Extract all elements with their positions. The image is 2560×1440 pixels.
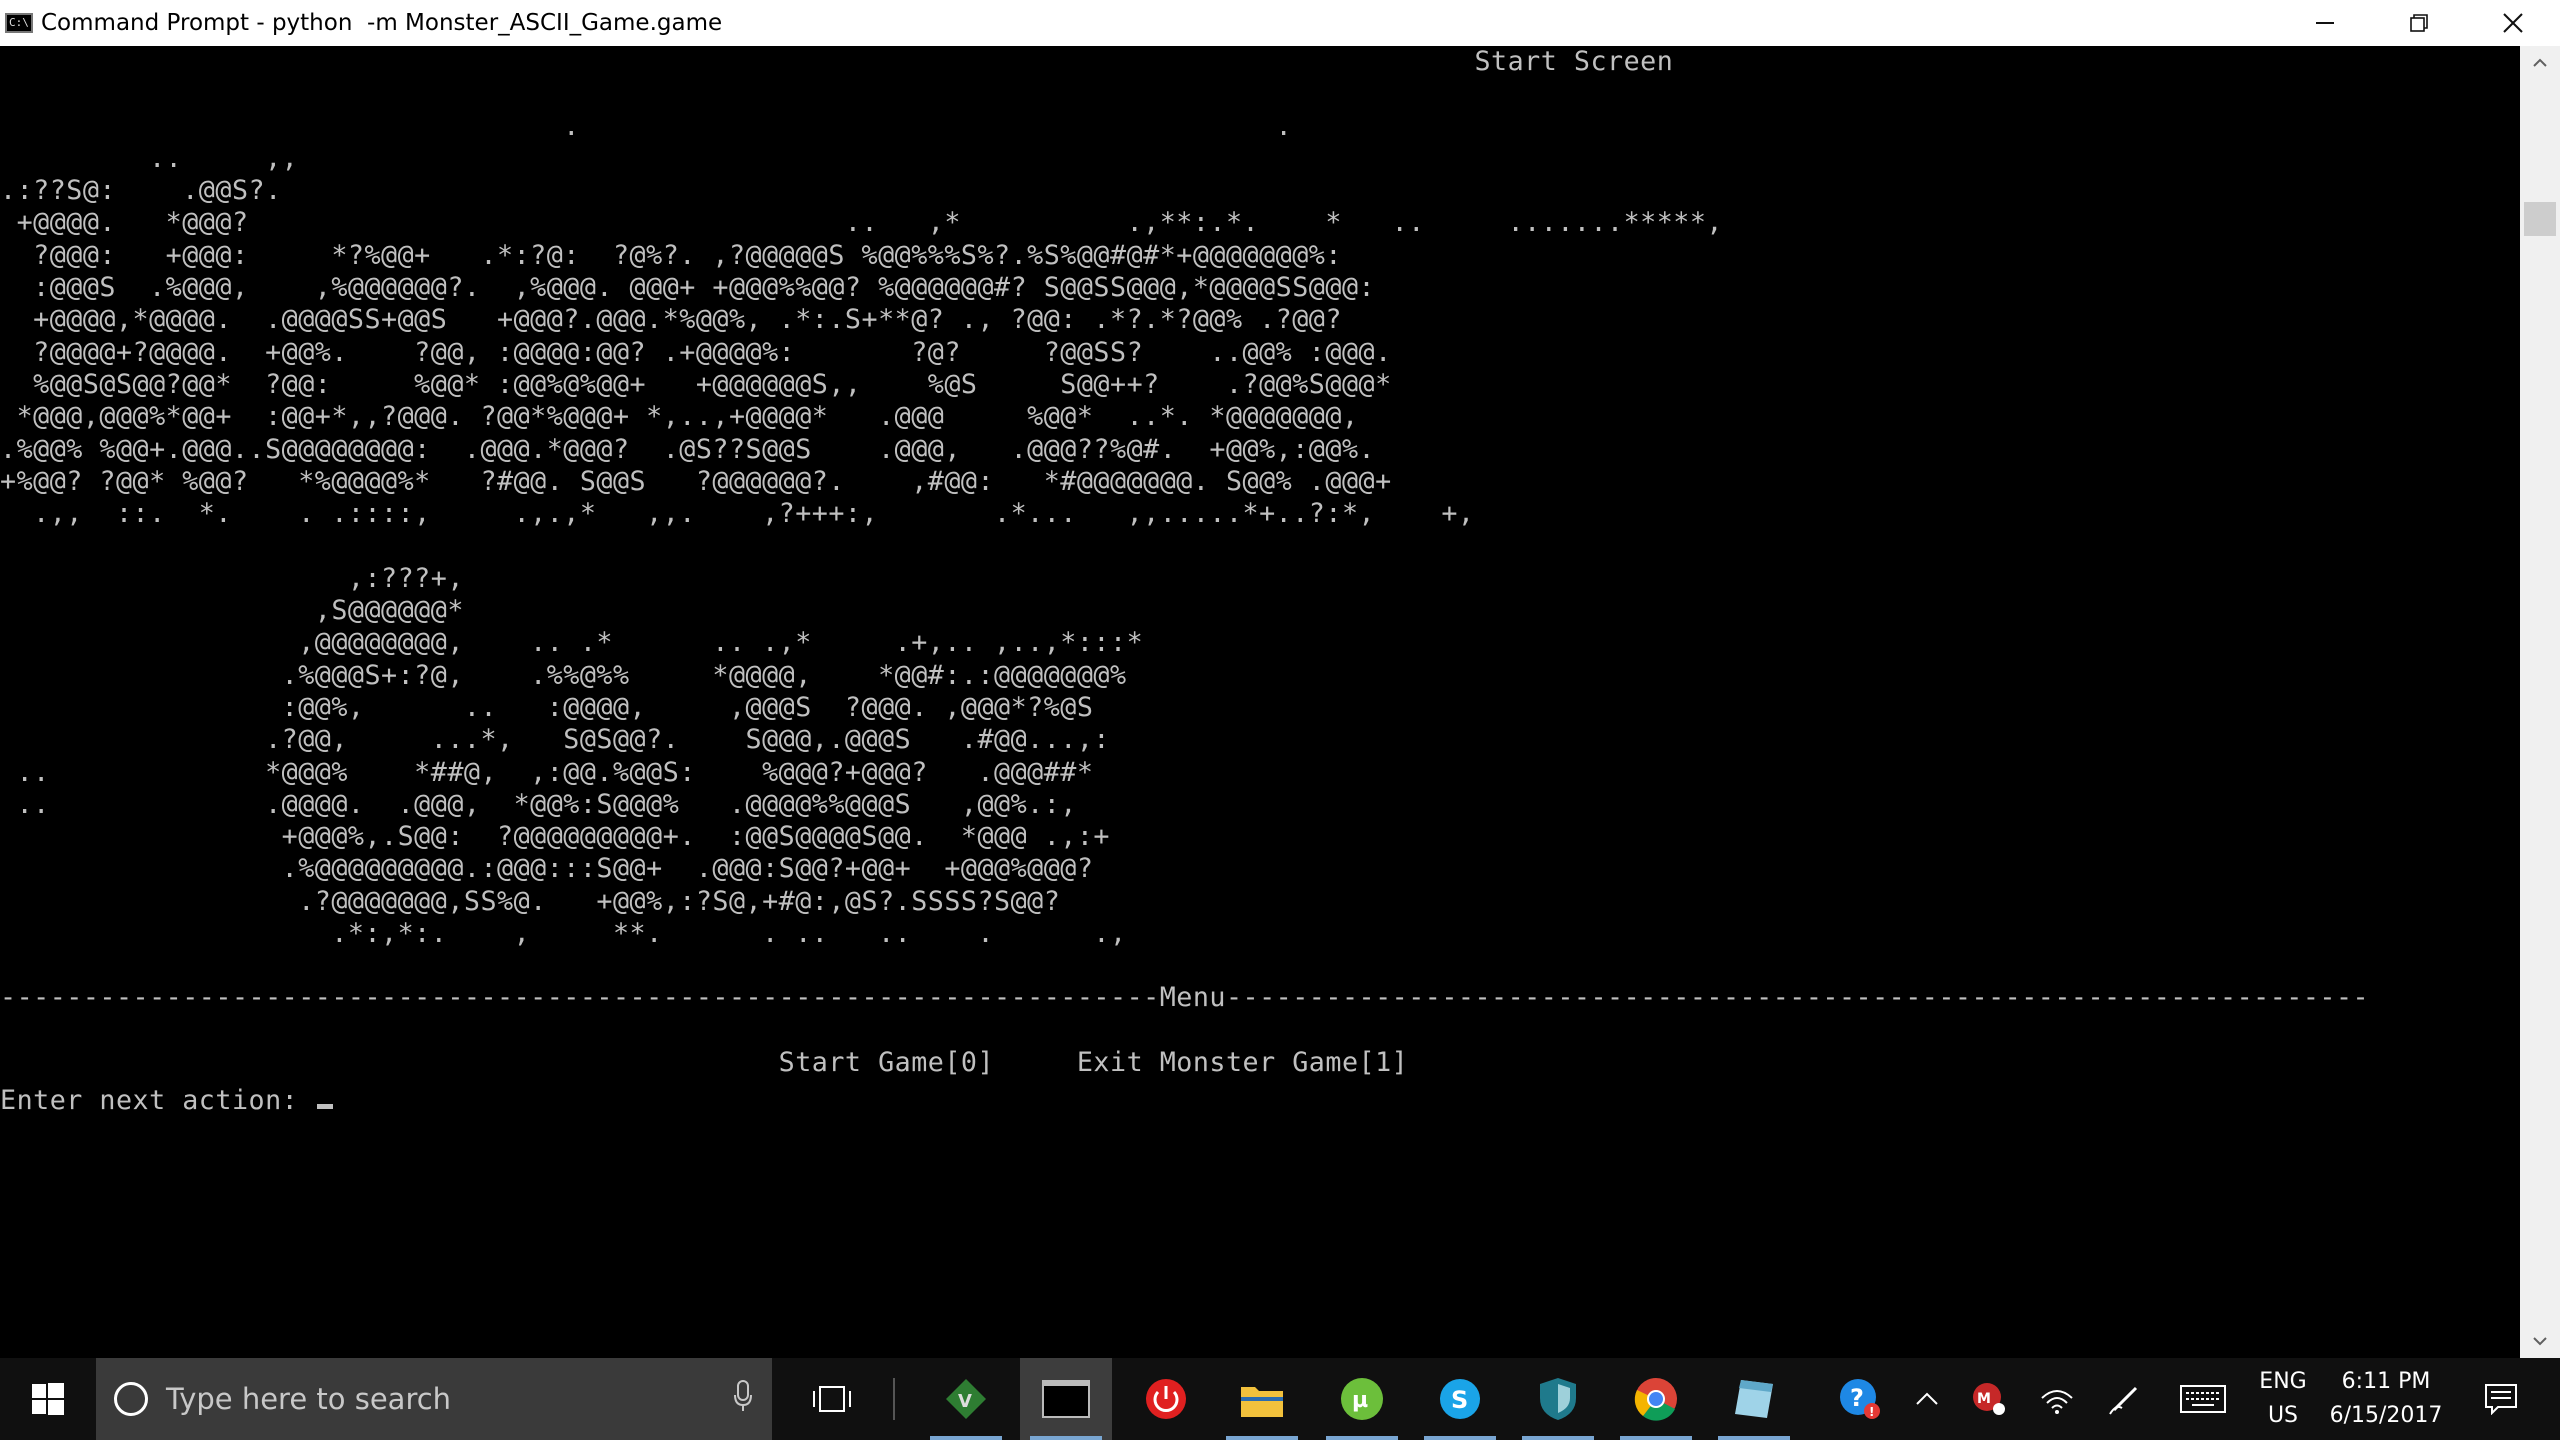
vim-icon: V <box>946 1379 986 1419</box>
skype-icon: S <box>1440 1379 1480 1419</box>
language-code: ENG <box>2259 1369 2307 1394</box>
minimize-icon <box>2316 22 2334 24</box>
svg-text:µ: µ <box>1352 1388 1368 1413</box>
app-active-indicator <box>1030 1436 1102 1440</box>
input-prompt: Enter next action: <box>0 1084 315 1116</box>
search-placeholder: Type here to search <box>166 1382 452 1416</box>
screen-title: Start Screen <box>0 46 1674 77</box>
language-indicator[interactable]: ENG US <box>2248 1358 2318 1440</box>
help-tray-button[interactable]: ? ! <box>1830 1358 1890 1440</box>
restore-button[interactable] <box>2372 0 2466 46</box>
task-view-icon <box>813 1386 851 1412</box>
task-view-button[interactable] <box>790 1358 874 1440</box>
taskbar-app-chrome[interactable] <box>1610 1358 1702 1440</box>
command-prompt-app-icon[interactable]: C:\ <box>5 13 33 33</box>
taskbar-app-power[interactable] <box>1120 1358 1212 1440</box>
keyboard-icon <box>2180 1385 2226 1413</box>
wifi-tray-button[interactable] <box>2030 1358 2084 1440</box>
cortana-icon <box>114 1382 148 1416</box>
wifi-icon <box>2041 1390 2073 1414</box>
app-active-indicator <box>1718 1436 1790 1440</box>
clock-date: 6/15/2017 <box>2329 1403 2443 1428</box>
taskbar-search-box[interactable]: Type here to search <box>96 1358 772 1440</box>
show-hidden-icons-button[interactable] <box>1902 1358 1952 1440</box>
windows-logo-icon <box>32 1383 64 1415</box>
action-center-button[interactable] <box>2466 1358 2536 1440</box>
restore-icon <box>2410 14 2428 32</box>
pen-tray-button[interactable] <box>2098 1358 2152 1440</box>
help-icon: ? ! <box>1840 1379 1880 1419</box>
utorrent-icon: µ <box>1341 1378 1383 1420</box>
app-active-indicator <box>1424 1436 1496 1440</box>
mcafee-tray-button[interactable]: M <box>1962 1358 2016 1440</box>
app-active-indicator <box>1522 1436 1594 1440</box>
chevron-up-icon <box>1916 1392 1938 1405</box>
taskbar-app-skype[interactable]: S <box>1414 1358 1506 1440</box>
svg-text:!: ! <box>1869 1405 1874 1419</box>
svg-text:V: V <box>958 1391 972 1412</box>
close-icon <box>2503 13 2523 33</box>
folder-icon <box>1241 1387 1283 1417</box>
text-cursor <box>316 1103 333 1109</box>
scroll-thumb[interactable] <box>2524 202 2556 236</box>
power-icon <box>1146 1379 1186 1419</box>
minimize-button[interactable] <box>2278 0 2372 46</box>
window-controls <box>2278 0 2560 46</box>
scroll-down-button[interactable] <box>2520 1324 2560 1358</box>
taskbar-app-notepad[interactable] <box>1708 1358 1800 1440</box>
taskbar-app-windows-defender[interactable] <box>1512 1358 1604 1440</box>
scroll-up-button[interactable] <box>2520 46 2560 80</box>
shield-icon <box>1540 1378 1576 1420</box>
taskbar-app-command-prompt[interactable] <box>1020 1358 1112 1440</box>
app-active-indicator <box>1326 1436 1398 1440</box>
taskbar-app-vim[interactable]: V <box>920 1358 1012 1440</box>
svg-text:S: S <box>1451 1386 1468 1414</box>
window-title-bar[interactable]: C:\ Command Prompt - python -m Monster_A… <box>0 0 2560 46</box>
taskbar-app-utorrent[interactable]: µ <box>1316 1358 1408 1440</box>
close-button[interactable] <box>2466 0 2560 46</box>
window-title: Command Prompt - python -m Monster_ASCII… <box>41 10 723 36</box>
command-prompt-icon <box>1042 1380 1090 1418</box>
mcafee-icon: M <box>1973 1383 2005 1415</box>
scroll-up-icon <box>2533 58 2547 67</box>
microphone-icon[interactable] <box>734 1380 752 1412</box>
app-active-indicator <box>1620 1436 1692 1440</box>
svg-text:M: M <box>1977 1391 1991 1407</box>
scroll-down-icon <box>2533 1337 2547 1346</box>
clock[interactable]: 6:11 PM 6/15/2017 <box>2326 1358 2446 1440</box>
console-scrollbar[interactable] <box>2520 46 2560 1358</box>
notifications-icon <box>2485 1384 2517 1415</box>
clock-time: 6:11 PM <box>2341 1369 2431 1394</box>
app-active-indicator <box>1226 1436 1298 1440</box>
pen-icon <box>2109 1386 2138 1415</box>
svg-text:?: ? <box>1850 1384 1864 1412</box>
taskbar: Type here to search V µ S ? ! M ENG US 6… <box>0 1358 2560 1440</box>
start-button[interactable] <box>0 1358 96 1440</box>
app-active-indicator <box>930 1436 1002 1440</box>
ascii-art-title: . . .. ,, .:??S@: .@@S?. +@@@@. *@@@? ..… <box>0 110 1723 530</box>
menu-options: Start Game[0] Exit Monster Game[1] <box>0 1046 1409 1078</box>
chrome-icon <box>1634 1378 1677 1421</box>
notepad-icon <box>1735 1380 1773 1418</box>
keyboard-layout: US <box>2267 1403 2299 1428</box>
touch-keyboard-button[interactable] <box>2170 1358 2236 1440</box>
menu-rule: ----------------------------------------… <box>0 982 2370 1014</box>
ascii-art-subtitle: ,:???+, ,S@@@@@@* ,@@@@@@@@, .. .* .. .,… <box>16 562 1144 950</box>
taskbar-divider <box>893 1378 895 1420</box>
taskbar-app-file-explorer[interactable] <box>1216 1358 1308 1440</box>
console-output[interactable]: Start Screen . . .. ,, .:??S@: .@@S?. +@… <box>0 46 2520 1358</box>
